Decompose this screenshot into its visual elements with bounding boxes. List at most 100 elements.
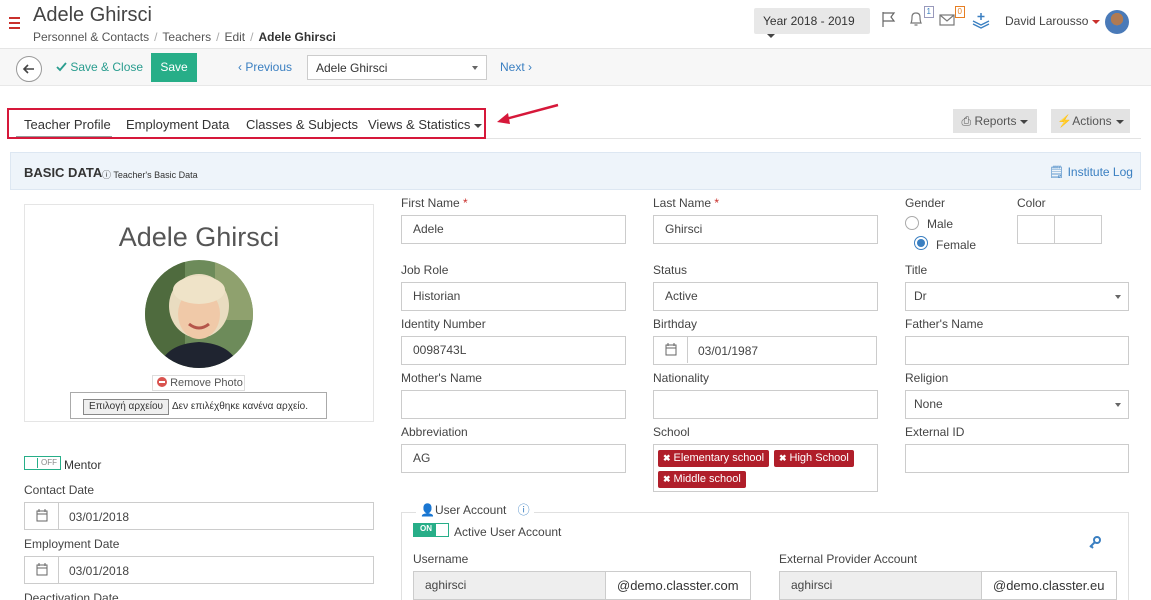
school-tag[interactable]: ✖ High School bbox=[774, 450, 854, 467]
page-title: Adele Ghirsci bbox=[33, 4, 152, 26]
school-tag[interactable]: ✖ Middle school bbox=[658, 471, 746, 488]
contact-date-value: 03/01/2018 bbox=[69, 510, 130, 524]
breadcrumb-item[interactable]: Edit bbox=[224, 30, 245, 44]
menu-icon[interactable] bbox=[9, 17, 20, 30]
remove-photo-button[interactable]: Remove Photo bbox=[152, 375, 245, 391]
mentor-toggle[interactable]: OFF bbox=[24, 456, 61, 470]
calendar-icon[interactable] bbox=[654, 337, 688, 363]
arrow-left-icon bbox=[22, 64, 34, 74]
gender-female-label: Female bbox=[936, 238, 977, 252]
external-id-label: External ID bbox=[905, 425, 965, 439]
calendar-icon[interactable] bbox=[25, 503, 59, 529]
last-name-label: Last Name * bbox=[653, 196, 720, 210]
active-account-label: Active User Account bbox=[454, 525, 562, 539]
active-account-toggle-state: ON bbox=[420, 524, 432, 533]
employment-date-label: Employment Date bbox=[24, 537, 120, 551]
username-input[interactable]: aghirsci bbox=[413, 571, 606, 600]
gender-female-radio[interactable] bbox=[914, 236, 928, 250]
employment-date-field[interactable]: 03/01/2018 bbox=[24, 556, 374, 584]
contact-date-field[interactable]: 03/01/2018 bbox=[24, 502, 374, 530]
previous-link[interactable]: ‹ Previous bbox=[238, 60, 292, 74]
remove-tag-icon[interactable]: ✖ bbox=[663, 474, 671, 484]
fathers-name-input[interactable] bbox=[905, 336, 1129, 365]
color-label: Color bbox=[1017, 196, 1046, 210]
identity-number-input[interactable]: 0098743L bbox=[401, 336, 626, 365]
school-tag-label: High School bbox=[789, 452, 849, 464]
bell-icon[interactable]: 1 bbox=[907, 6, 934, 30]
school-tag-label: Middle school bbox=[673, 473, 741, 485]
choose-file-button[interactable]: Επιλογή αρχείου bbox=[83, 399, 169, 415]
back-button[interactable] bbox=[16, 56, 42, 82]
gender-male-radio[interactable] bbox=[905, 216, 919, 230]
flag-icon[interactable] bbox=[880, 10, 900, 30]
log-icon: 🗒 bbox=[1049, 165, 1065, 179]
school-tag[interactable]: ✖ Elementary school bbox=[658, 450, 770, 467]
notifications-badge: 1 bbox=[923, 6, 934, 18]
save-button[interactable]: Save bbox=[151, 53, 197, 82]
title-select[interactable]: Dr bbox=[905, 282, 1129, 311]
username-domain: @demo.classter.com bbox=[605, 571, 751, 600]
title-label: Title bbox=[905, 263, 928, 277]
institute-log-link[interactable]: 🗒 Institute Log bbox=[1049, 165, 1133, 179]
gender-male-label: Male bbox=[927, 217, 954, 231]
year-select-label: Year 2018 - 2019 bbox=[763, 14, 855, 28]
employment-date-value: 03/01/2018 bbox=[69, 564, 130, 578]
last-name-input[interactable]: Ghirsci bbox=[653, 215, 878, 244]
identity-number-label: Identity Number bbox=[401, 317, 486, 331]
birthday-field[interactable]: 03/01/1987 bbox=[653, 336, 877, 365]
user-name: David Larousso bbox=[1005, 14, 1089, 28]
user-icon: 👤 bbox=[420, 503, 435, 517]
user-avatar[interactable] bbox=[1105, 10, 1129, 34]
calendar-icon[interactable] bbox=[25, 557, 59, 583]
next-label: Next bbox=[500, 60, 525, 74]
nationality-label: Nationality bbox=[653, 371, 710, 385]
layers-plus-icon[interactable] bbox=[971, 10, 991, 30]
religion-select[interactable]: None bbox=[905, 390, 1129, 419]
status-input[interactable]: Active bbox=[653, 282, 878, 311]
user-menu[interactable]: David Larousso bbox=[1005, 14, 1101, 28]
check-icon bbox=[56, 62, 67, 72]
profile-photo bbox=[145, 260, 253, 368]
next-link[interactable]: Next › bbox=[500, 60, 532, 74]
religion-label: Religion bbox=[905, 371, 949, 385]
breadcrumb-item[interactable]: Teachers bbox=[162, 30, 211, 44]
remove-tag-icon[interactable]: ✖ bbox=[663, 453, 671, 463]
save-close-button[interactable]: Save & Close bbox=[56, 60, 143, 74]
fathers-name-label: Father's Name bbox=[905, 317, 984, 331]
key-icon[interactable] bbox=[1088, 535, 1102, 549]
birthday-label: Birthday bbox=[653, 317, 698, 331]
color-picker[interactable] bbox=[1017, 215, 1102, 244]
remove-tag-icon[interactable]: ✖ bbox=[779, 453, 787, 463]
gender-label: Gender bbox=[905, 196, 946, 210]
breadcrumb-item[interactable]: Personnel & Contacts bbox=[33, 30, 149, 44]
external-provider-input[interactable]: aghirsci bbox=[779, 571, 982, 600]
reports-button[interactable]: ⎙ Reports bbox=[953, 109, 1037, 133]
record-select[interactable]: Adele Ghirsci bbox=[307, 55, 487, 80]
user-account-title-text: User Account bbox=[434, 503, 507, 517]
save-close-label: Save & Close bbox=[70, 60, 144, 74]
envelope-icon[interactable]: 0 bbox=[938, 6, 965, 30]
first-name-input[interactable]: Adele bbox=[401, 215, 626, 244]
abbreviation-input[interactable]: AG bbox=[401, 444, 626, 473]
school-label: School bbox=[653, 425, 690, 439]
school-tag-label: Elementary school bbox=[673, 452, 765, 464]
info-icon: ⓘ bbox=[517, 503, 530, 517]
reports-label: Reports bbox=[974, 114, 1017, 128]
section-subtitle: ⓘ Teacher's Basic Data bbox=[102, 168, 198, 181]
bolt-icon: ⚡ bbox=[1057, 114, 1073, 128]
caret-down-icon bbox=[767, 33, 775, 38]
dropdown-arrow-icon bbox=[1115, 295, 1121, 299]
job-role-input[interactable]: Historian bbox=[401, 282, 626, 311]
active-account-toggle[interactable]: ON bbox=[413, 523, 449, 537]
contact-date-label: Contact Date bbox=[24, 483, 95, 497]
mothers-name-input[interactable] bbox=[401, 390, 626, 419]
caret-down-icon bbox=[1020, 119, 1029, 124]
birthday-value: 03/01/1987 bbox=[698, 344, 759, 358]
year-select[interactable]: Year 2018 - 2019 bbox=[754, 8, 870, 38]
nationality-input[interactable] bbox=[653, 390, 878, 419]
actions-button[interactable]: ⚡Actions bbox=[1051, 109, 1130, 133]
username-label: Username bbox=[413, 552, 469, 566]
external-id-input[interactable] bbox=[905, 444, 1129, 473]
print-icon: ⎙ bbox=[961, 114, 972, 128]
minus-circle-icon bbox=[157, 377, 167, 387]
